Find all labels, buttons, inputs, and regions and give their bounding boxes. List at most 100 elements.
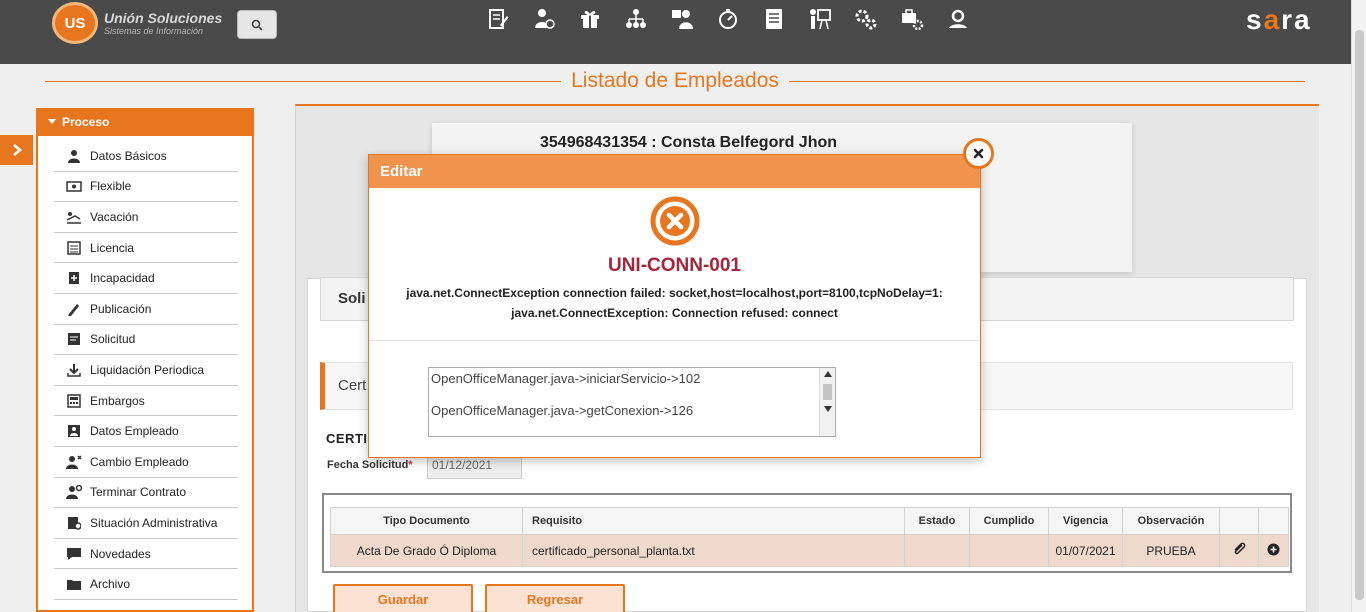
paperclip-icon bbox=[1234, 542, 1246, 555]
main-nav bbox=[486, 6, 970, 32]
back-button[interactable]: Regresar bbox=[485, 584, 625, 612]
sidebar-item-liquidacion-periodica[interactable]: Liquidación Periodica bbox=[54, 355, 238, 386]
sidebar-item-publicacion[interactable]: Publicación bbox=[54, 294, 238, 325]
chevron-right-icon bbox=[12, 144, 22, 156]
attach-button[interactable] bbox=[1219, 534, 1259, 567]
sidebar-item-solicitud[interactable]: Solicitud bbox=[54, 325, 238, 356]
document-edit-icon[interactable] bbox=[486, 6, 510, 32]
presentation-icon[interactable] bbox=[808, 6, 832, 32]
stack-trace-textarea[interactable]: OpenOfficeManager.java->iniciarServicio-… bbox=[428, 367, 836, 437]
stack-trace-line: OpenOfficeManager.java->iniciarServicio-… bbox=[431, 371, 701, 386]
user-group-icon[interactable] bbox=[670, 6, 694, 32]
org-chart-icon[interactable] bbox=[624, 6, 648, 32]
truck-settings-icon[interactable] bbox=[900, 6, 924, 32]
cell-requisito: certificado_personal_planta.txt bbox=[522, 534, 905, 567]
employee-name: 354968431354 : Consta Belfegord Jhon bbox=[540, 134, 838, 151]
calculator-icon bbox=[66, 393, 82, 409]
sara-brand: sara bbox=[1246, 4, 1312, 35]
sidebar-section-header[interactable]: Proceso bbox=[38, 108, 252, 136]
user-change-icon bbox=[66, 454, 82, 470]
folder-icon bbox=[66, 576, 82, 592]
column-header[interactable]: Vigencia bbox=[1048, 507, 1123, 535]
stopwatch-icon[interactable] bbox=[716, 6, 740, 32]
add-row-button[interactable] bbox=[1258, 534, 1289, 567]
page-title: Listado de Empleados bbox=[571, 69, 779, 92]
requirements-table: Tipo Documento Requisito Estado Cumplido… bbox=[322, 493, 1292, 573]
table-row[interactable]: Acta De Grado Ó Diploma certificado_pers… bbox=[330, 534, 1289, 567]
sidebar-item-datos-basicos[interactable]: Datos Básicos bbox=[54, 141, 238, 172]
error-message-line: java.net.ConnectException connection fai… bbox=[406, 286, 943, 300]
sidebar-item-embargos[interactable]: Embargos bbox=[54, 386, 238, 417]
list-icon bbox=[66, 240, 82, 256]
user-search-icon[interactable] bbox=[946, 6, 970, 32]
pen-icon bbox=[66, 301, 82, 317]
doc-user-icon bbox=[66, 515, 82, 531]
money-icon bbox=[66, 178, 82, 194]
error-dialog: Editar UNI-CONN-001 java.net.ConnectExce… bbox=[368, 154, 981, 458]
solicitud-title: Soli bbox=[338, 290, 366, 307]
sidebar-item-novedades[interactable]: Novedades bbox=[54, 539, 238, 570]
save-button[interactable]: Guardar bbox=[333, 584, 473, 612]
page-scrollbar[interactable] bbox=[1351, 0, 1366, 612]
search-icon bbox=[251, 19, 263, 31]
cell-tipo-documento: Acta De Grado Ó Diploma bbox=[330, 534, 523, 567]
gears-icon[interactable] bbox=[854, 6, 878, 32]
column-header bbox=[1219, 507, 1259, 535]
dialog-title: Editar bbox=[369, 155, 980, 188]
cell-observacion: PRUEBA bbox=[1122, 534, 1220, 567]
logo-name: Unión Soluciones bbox=[104, 9, 223, 26]
column-header[interactable]: Tipo Documento bbox=[330, 507, 523, 535]
close-dialog-button[interactable] bbox=[963, 138, 994, 169]
top-bar: US Unión Soluciones Sistemas de Informac… bbox=[0, 0, 1366, 64]
table-header-row: Tipo Documento Requisito Estado Cumplido… bbox=[330, 507, 1289, 535]
user-end-icon bbox=[66, 484, 82, 500]
medical-doc-icon bbox=[66, 270, 82, 286]
certificate-section-label: CERTI bbox=[326, 431, 368, 446]
certificate-title: Cert bbox=[338, 377, 367, 394]
form-icon bbox=[66, 331, 82, 347]
logo-mark: US bbox=[52, 2, 98, 44]
column-header bbox=[1258, 507, 1289, 535]
column-header[interactable]: Requisito bbox=[522, 507, 905, 535]
error-message: java.net.ConnectException connection fai… bbox=[389, 283, 960, 323]
error-code: UNI-CONN-001 bbox=[607, 255, 742, 276]
sidebar-item-terminar-contrato[interactable]: Terminar Contrato bbox=[54, 478, 238, 509]
sidebar-item-archivo[interactable]: Archivo bbox=[54, 569, 238, 600]
close-icon bbox=[973, 148, 984, 159]
report-icon[interactable] bbox=[762, 6, 786, 32]
stack-trace-line: OpenOfficeManager.java->getConexion->126 bbox=[431, 403, 694, 418]
fecha-solicitud-label: Fecha Solicitud* bbox=[327, 459, 413, 471]
column-header[interactable]: Estado bbox=[904, 507, 970, 535]
user-cash-icon[interactable] bbox=[532, 6, 556, 32]
page-title-row: Listado de Empleados bbox=[45, 68, 1305, 94]
caret-down-icon bbox=[48, 119, 56, 124]
beach-icon bbox=[66, 209, 82, 225]
chat-icon bbox=[66, 546, 82, 562]
sidebar-item-situacion-administrativa[interactable]: Situación Administrativa bbox=[54, 508, 238, 539]
sidebar-item-cambio-empleado[interactable]: Cambio Empleado bbox=[54, 447, 238, 478]
sidebar-toggle-button[interactable] bbox=[0, 135, 33, 165]
gift-icon[interactable] bbox=[578, 6, 602, 32]
sidebar-item-licencia[interactable]: Licencia bbox=[54, 233, 238, 264]
sidebar-menu: Datos Básicos Flexible Vacación Licencia… bbox=[38, 136, 252, 600]
plus-circle-icon bbox=[1267, 543, 1280, 555]
error-x-icon bbox=[650, 196, 700, 246]
column-header[interactable]: Observación bbox=[1122, 507, 1220, 535]
cell-estado bbox=[904, 534, 970, 567]
user-icon bbox=[66, 148, 82, 164]
cell-cumplido bbox=[969, 534, 1049, 567]
search-button[interactable] bbox=[237, 10, 277, 39]
sidebar-item-datos-empleado[interactable]: Datos Empleado bbox=[54, 416, 238, 447]
sidebar-item-vacacion[interactable]: Vacación bbox=[54, 202, 238, 233]
download-icon bbox=[66, 362, 82, 378]
required-marker: * bbox=[408, 459, 413, 471]
logo-subtitle: Sistemas de Información bbox=[104, 25, 204, 36]
sidebar-item-flexible[interactable]: Flexible bbox=[54, 172, 238, 203]
error-message-line: java.net.ConnectException: Connection re… bbox=[511, 306, 838, 320]
sidebar: Proceso Datos Básicos Flexible Vacación … bbox=[36, 108, 254, 612]
id-card-icon bbox=[66, 423, 82, 439]
company-logo[interactable]: US Unión Soluciones Sistemas de Informac… bbox=[52, 2, 222, 44]
textarea-scrollbar[interactable] bbox=[819, 368, 835, 436]
sidebar-item-incapacidad[interactable]: Incapacidad bbox=[54, 263, 238, 294]
column-header[interactable]: Cumplido bbox=[969, 507, 1049, 535]
